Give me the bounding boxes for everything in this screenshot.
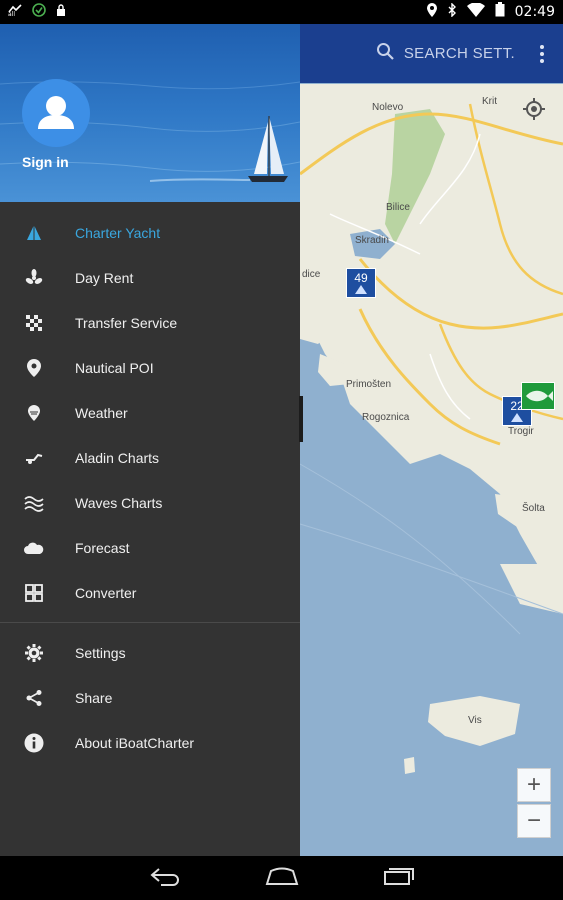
map-place-label: Trogir [508, 426, 534, 437]
share-icon [24, 688, 44, 708]
search-icon[interactable] [376, 42, 394, 65]
map-place-label: dice [302, 269, 321, 280]
drawer-item-label: About iBoatCharter [75, 734, 195, 751]
drawer-header: Sign in [0, 24, 300, 202]
drawer-secondary-menu: Settings Share About iBoatCharter [0, 630, 300, 765]
navigation-drawer: Sign in Charter Yacht Day Rent Transfer … [0, 24, 300, 856]
wind-chart-icon [24, 448, 44, 468]
drawer-item-charter-yacht[interactable]: Charter Yacht [0, 210, 300, 255]
sailboat-icon [511, 413, 523, 422]
notification-icon: all [8, 3, 22, 21]
sync-icon [32, 2, 46, 22]
recents-icon[interactable] [383, 866, 415, 891]
drawer-item-aladin-charts[interactable]: Aladin Charts [0, 435, 300, 480]
fish-icon [526, 390, 553, 402]
drawer-item-about[interactable]: About iBoatCharter [0, 720, 300, 765]
weather-icon [24, 403, 44, 423]
map-place-label: Nolevo [372, 102, 404, 113]
zoom-out-button[interactable]: − [517, 804, 551, 838]
svg-text:all: all [8, 11, 15, 16]
converter-icon [24, 583, 44, 603]
map-pin-icon [24, 358, 44, 378]
user-icon [38, 96, 74, 129]
wifi-icon [466, 1, 485, 22]
drawer-menu: Charter Yacht Day Rent Transfer Service … [0, 202, 300, 615]
lock-icon [56, 3, 66, 21]
drawer-item-day-rent[interactable]: Day Rent [0, 255, 300, 300]
drawer-item-transfer-service[interactable]: Transfer Service [0, 300, 300, 345]
drawer-item-nautical-poi[interactable]: Nautical POI [0, 345, 300, 390]
propeller-icon [24, 268, 44, 288]
status-bar: all 02:49 [0, 0, 563, 24]
sailboat-icon [355, 285, 367, 294]
drawer-item-waves-charts[interactable]: Waves Charts [0, 480, 300, 525]
my-location-button[interactable] [521, 96, 547, 122]
bluetooth-icon [447, 1, 457, 22]
map-marker[interactable]: 49 [346, 268, 376, 298]
zoom-in-button[interactable]: + [517, 768, 551, 802]
drawer-divider [0, 622, 300, 623]
location-icon [426, 2, 437, 22]
map-place-label: Vis [468, 715, 482, 726]
drawer-item-label: Charter Yacht [75, 224, 161, 241]
drawer-item-settings[interactable]: Settings [0, 630, 300, 675]
map-place-label: Skradin [355, 235, 389, 246]
drawer-item-label: Share [75, 689, 113, 706]
app-bar: SEARCH SETT. [300, 24, 563, 83]
drawer-item-label: Aladin Charts [75, 449, 160, 466]
map-place-label: Primošten [346, 379, 392, 390]
drawer-item-forecast[interactable]: Forecast [0, 525, 300, 570]
info-icon [24, 733, 44, 753]
drawer-item-label: Forecast [75, 539, 130, 556]
crosshair-icon [523, 98, 545, 120]
drawer-item-label: Converter [75, 584, 137, 601]
drawer-item-weather[interactable]: Weather [0, 390, 300, 435]
drawer-item-label: Settings [75, 644, 126, 661]
drawer-item-label: Nautical POI [75, 359, 154, 376]
sailboat-icon [24, 223, 44, 243]
drawer-item-share[interactable]: Share [0, 675, 300, 720]
overflow-menu-icon[interactable] [539, 44, 545, 63]
system-navigation-bar [0, 856, 563, 900]
map-place-label: Šolta [522, 503, 545, 514]
sign-in-link[interactable]: Sign in [22, 154, 69, 170]
drawer-edge-handle[interactable] [299, 396, 303, 442]
drawer-item-converter[interactable]: Converter [0, 570, 300, 615]
screen: all 02:49 Nolevo Krit Bilice Skradin Pri… [0, 0, 563, 900]
status-left-icons: all [8, 2, 66, 22]
map-place-label: Rogoznica [362, 412, 410, 423]
status-time: 02:49 [514, 4, 555, 20]
day-rent-marker[interactable] [521, 382, 555, 410]
map-place-label: Bilice [386, 202, 410, 213]
cloud-icon [24, 538, 44, 558]
gear-icon [24, 643, 44, 663]
search-settings-label[interactable]: SEARCH SETT. [404, 45, 515, 62]
marker-count: 49 [354, 271, 368, 285]
drawer-item-label: Transfer Service [75, 314, 178, 331]
back-icon[interactable] [149, 866, 181, 891]
drawer-item-label: Weather [75, 404, 128, 421]
map-place-label: Krit [482, 96, 497, 107]
waves-icon [24, 493, 44, 513]
avatar[interactable] [22, 79, 90, 147]
status-right-icons: 02:49 [426, 1, 555, 22]
checkered-flag-icon [24, 313, 44, 333]
home-icon[interactable] [265, 866, 299, 891]
battery-icon [495, 2, 505, 22]
drawer-item-label: Day Rent [75, 269, 134, 286]
drawer-item-label: Waves Charts [75, 494, 163, 511]
